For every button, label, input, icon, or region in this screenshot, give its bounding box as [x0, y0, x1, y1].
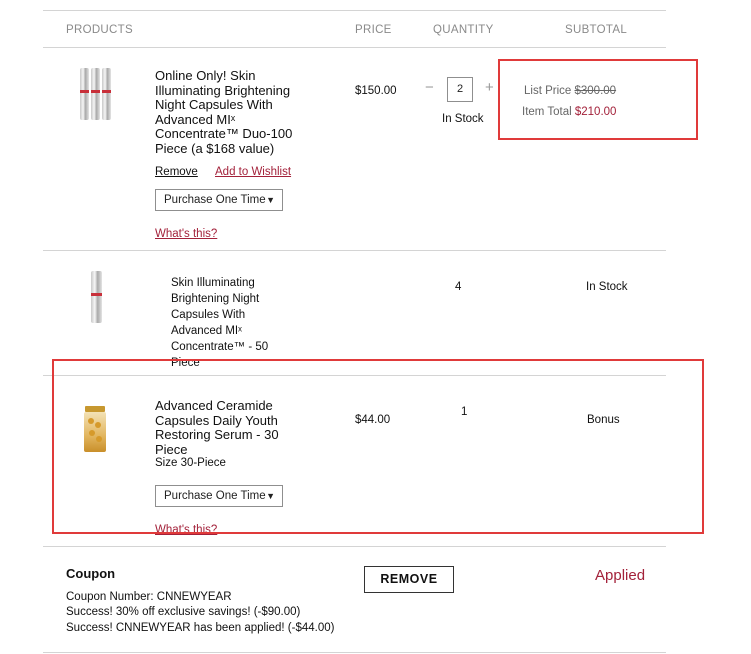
header-products: PRODUCTS [66, 24, 133, 36]
quantity-input[interactable]: 2 [447, 77, 473, 102]
product-name: Skin Illuminating Brightening Night Caps… [171, 277, 269, 369]
purchase-option-value: Purchase One Time [164, 194, 266, 206]
coupon-success-message: Success! 30% off exclusive savings! (-$9… [66, 606, 301, 618]
purchase-option-select[interactable]: Purchase One Time ▼ [155, 189, 283, 211]
product-name[interactable]: Online Only! Skin Illuminating Brighteni… [155, 68, 335, 156]
whats-this-link[interactable]: What's this? [155, 228, 217, 240]
remove-link[interactable]: Remove [155, 166, 198, 178]
row-divider [43, 250, 666, 251]
top-divider [43, 10, 666, 11]
coupon-success-message: Success! CNNEWYEAR has been applied! (-$… [66, 622, 335, 634]
add-to-wishlist-link[interactable]: Add to Wishlist [215, 166, 291, 178]
quantity-increase-button[interactable]: + [485, 79, 494, 96]
dropdown-arrow-icon: ▼ [266, 195, 275, 205]
header-subtotal: SUBTOTAL [565, 24, 628, 36]
header-price: PRICE [355, 24, 392, 36]
item-price: $150.00 [355, 85, 397, 97]
stock-status: In Stock [586, 281, 628, 293]
quantity-decrease-button[interactable]: − [425, 79, 434, 96]
coupon-number: Coupon Number: CNNEWYEAR [66, 591, 232, 603]
bottom-divider [43, 652, 666, 653]
coupon-status: Applied [595, 567, 646, 584]
remove-coupon-button[interactable]: REMOVE [364, 566, 454, 593]
product-image-duo[interactable] [76, 66, 116, 124]
coupon-title: Coupon [66, 566, 116, 581]
highlight-box [52, 359, 704, 534]
highlight-box [498, 59, 698, 140]
row-divider [43, 546, 666, 547]
product-image-single[interactable] [86, 271, 108, 327]
header-quantity: QUANTITY [433, 24, 494, 36]
stock-status: In Stock [442, 113, 484, 125]
header-divider [43, 47, 666, 48]
item-quantity: 4 [455, 281, 462, 293]
